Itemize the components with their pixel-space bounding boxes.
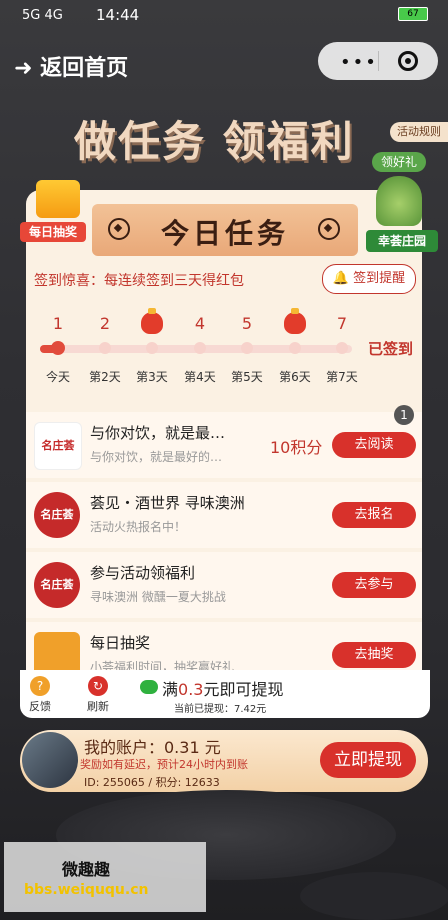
more-icon[interactable]: ••• bbox=[340, 52, 378, 73]
avatar bbox=[22, 732, 78, 788]
signin-day-number: 5 bbox=[241, 314, 253, 333]
signin-day-label: 第7天 bbox=[326, 370, 358, 384]
remind-label: 签到提醒 bbox=[353, 271, 406, 286]
signup-button[interactable]: 去报名 bbox=[332, 502, 416, 528]
manor-label: 幸荟庄园 bbox=[366, 230, 438, 252]
card-header: 今日任务 bbox=[92, 204, 358, 256]
daily-lottery-label: 每日抽奖 bbox=[20, 222, 86, 242]
manor-entry[interactable]: 领好礼 幸荟庄园 bbox=[366, 150, 440, 258]
red-packet-icon bbox=[141, 308, 163, 334]
withdraw-threshold: 满0.3元即可提现 bbox=[162, 680, 284, 699]
signin-day-label: 第3天 bbox=[136, 370, 168, 384]
watermark: 微趣趣 bbs.weiququ.cn bbox=[4, 842, 206, 912]
question-icon[interactable]: ? bbox=[30, 676, 50, 696]
signin-dot bbox=[51, 341, 65, 355]
join-button[interactable]: 去参与 bbox=[332, 572, 416, 598]
task-title: 与你对饮，就是最… bbox=[90, 424, 226, 442]
signin-dot bbox=[336, 342, 348, 354]
rules-button[interactable]: 活动规则 bbox=[390, 122, 448, 142]
signin-dot bbox=[146, 342, 158, 354]
lottery-button[interactable]: 去抽奖 bbox=[332, 642, 416, 668]
signin-remind-button[interactable]: 🔔 签到提醒 bbox=[322, 264, 416, 294]
signin-dot bbox=[194, 342, 206, 354]
battery-icon: 67 bbox=[398, 6, 428, 21]
manor-gift-label: 领好礼 bbox=[372, 152, 426, 172]
signin-surprise-text: 签到惊喜：每连续签到三天得红包 bbox=[34, 273, 244, 289]
signin-day-number: 4 bbox=[194, 314, 206, 333]
back-home-button[interactable]: ➜ 返回首页 bbox=[14, 50, 128, 82]
account-note: 奖励如有延迟，预计24小时内到账 bbox=[80, 758, 248, 771]
withdraw-button[interactable]: 立即提现 bbox=[320, 742, 416, 778]
task-row: 每日抽奖 小荟福利时间，抽奖赢好礼 去抽奖 bbox=[26, 622, 422, 670]
task-title: 每日抽奖 bbox=[90, 634, 151, 652]
stage-decoration bbox=[300, 872, 448, 920]
count-badge: 1 bbox=[394, 405, 414, 425]
account-panel: 我的账户：0.31 元 奖励如有延迟，预计24小时内到账 ID: 255065 … bbox=[20, 730, 428, 792]
watermark-title: 微趣趣 bbox=[62, 860, 111, 879]
refresh-icon[interactable]: ↻ bbox=[88, 676, 108, 696]
brand-logo: 名庄荟 bbox=[34, 492, 80, 538]
page-title: 做任务 领福利 bbox=[74, 117, 355, 166]
task-title: 荟见・酒世界 寻味澳洲 bbox=[90, 494, 245, 512]
red-packet-icon bbox=[284, 308, 306, 334]
signal-indicator: 5G 4G bbox=[22, 8, 63, 23]
signed-label: 已签到 bbox=[368, 340, 414, 358]
signin-day-number: 2 bbox=[99, 314, 111, 333]
already-withdrawn: 当前已提现：7.42元 bbox=[174, 704, 267, 715]
gift-icon bbox=[34, 632, 80, 670]
watermark-url: bbs.weiququ.cn bbox=[24, 882, 149, 898]
task-subtitle: 小荟福利时间，抽奖赢好礼 bbox=[90, 660, 235, 670]
status-bar: 5G 4G 14:44 67 bbox=[0, 0, 448, 30]
signin-dot bbox=[99, 342, 111, 354]
task-subtitle: 寻味澳洲 微醺一夏大挑战 bbox=[90, 590, 226, 604]
coin-icon bbox=[318, 218, 340, 240]
signin-dot bbox=[241, 342, 253, 354]
brand-logo: 名庄荟 bbox=[34, 562, 80, 608]
withdraw-strip: ? 反馈 ↻ 刷新 满0.3元即可提现 当前已提现：7.42元 bbox=[20, 670, 430, 718]
gift-box-icon bbox=[36, 180, 80, 218]
task-subtitle: 与你对饮，就是最好的… bbox=[90, 450, 223, 464]
task-points: 10积分 bbox=[270, 438, 323, 457]
back-label: 返回首页 bbox=[40, 56, 129, 81]
task-subtitle: 活动火热报名中！ bbox=[90, 520, 187, 534]
clock: 14:44 bbox=[96, 6, 140, 24]
brand-logo: 名庄荟 bbox=[34, 422, 82, 470]
read-button[interactable]: 去阅读 bbox=[332, 432, 416, 458]
signin-day-number: 1 bbox=[52, 314, 64, 333]
feedback-label[interactable]: 反馈 bbox=[20, 698, 60, 714]
signin-day-label: 第5天 bbox=[231, 370, 263, 384]
daily-lottery-entry[interactable]: 每日抽奖 bbox=[14, 170, 86, 250]
signin-day-label: 第2天 bbox=[89, 370, 121, 384]
mini-program-capsule[interactable]: ••• bbox=[318, 42, 438, 80]
account-balance: 我的账户：0.31 元 bbox=[84, 738, 221, 757]
close-target-icon[interactable] bbox=[398, 51, 418, 71]
signin-day-number: 7 bbox=[336, 314, 348, 333]
signin-dot bbox=[289, 342, 301, 354]
signin-day-label: 第6天 bbox=[279, 370, 311, 384]
grape-jar-icon bbox=[376, 176, 422, 226]
wechat-icon bbox=[140, 680, 158, 694]
task-row: 名庄荟 荟见・酒世界 寻味澳洲 活动火热报名中！ 去报名 bbox=[26, 482, 422, 548]
refresh-label[interactable]: 刷新 bbox=[78, 698, 118, 714]
task-row: 名庄荟 参与活动领福利 寻味澳洲 微醺一夏大挑战 去参与 bbox=[26, 552, 422, 618]
signin-day-label: 今天 bbox=[45, 370, 70, 384]
account-id: ID: 255065 / 积分: 12633 bbox=[84, 776, 220, 789]
signin-day-label: 第4天 bbox=[184, 370, 216, 384]
task-title: 参与活动领福利 bbox=[90, 564, 196, 582]
task-row: 名庄荟 与你对饮，就是最… 与你对饮，就是最好的… 10积分 去阅读 bbox=[26, 412, 422, 478]
